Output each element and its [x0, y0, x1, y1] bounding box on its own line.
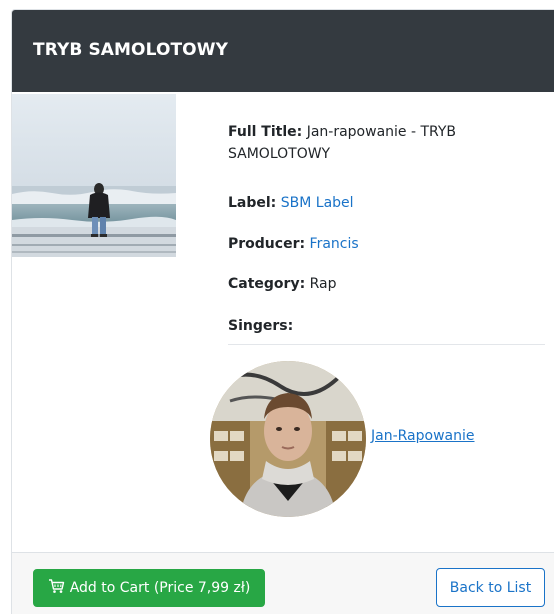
cart-icon [48, 578, 65, 598]
singers-row: Singers: [228, 315, 293, 337]
back-to-list-button[interactable]: Back to List [436, 568, 545, 607]
category-value: Rap [309, 276, 337, 292]
card-header: TRYB SAMOLOTOWY [12, 10, 554, 92]
add-to-cart-label: Add to Cart (Price 7,99 zł) [69, 580, 251, 596]
label-row: Label: SBM Label [228, 192, 354, 214]
divider [228, 344, 545, 345]
producer-link[interactable]: Francis [310, 236, 359, 252]
card-footer: Add to Cart (Price 7,99 zł) Back to List [12, 552, 554, 614]
full-title-row: Full Title: Jan-rapowanie - TRYB SAMOLOT… [228, 121, 528, 165]
label-key: Label: [228, 195, 277, 211]
label-link[interactable]: SBM Label [281, 195, 354, 211]
product-card: TRYB SAMOLOTOWY Full Title: Jan-rapowani… [11, 9, 554, 614]
singer-link[interactable]: Jan-Rapowanie [371, 428, 475, 444]
producer-key: Producer: [228, 236, 306, 252]
category-row: Category: Rap [228, 273, 337, 295]
singer-avatar[interactable] [210, 361, 366, 517]
singers-key: Singers: [228, 318, 294, 334]
full-title-key: Full Title: [228, 124, 303, 140]
category-key: Category: [228, 276, 306, 292]
page-title: TRYB SAMOLOTOWY [33, 40, 228, 60]
album-cover-image [12, 94, 176, 257]
producer-row: Producer: Francis [228, 233, 359, 255]
add-to-cart-button[interactable]: Add to Cart (Price 7,99 zł) [33, 569, 265, 607]
